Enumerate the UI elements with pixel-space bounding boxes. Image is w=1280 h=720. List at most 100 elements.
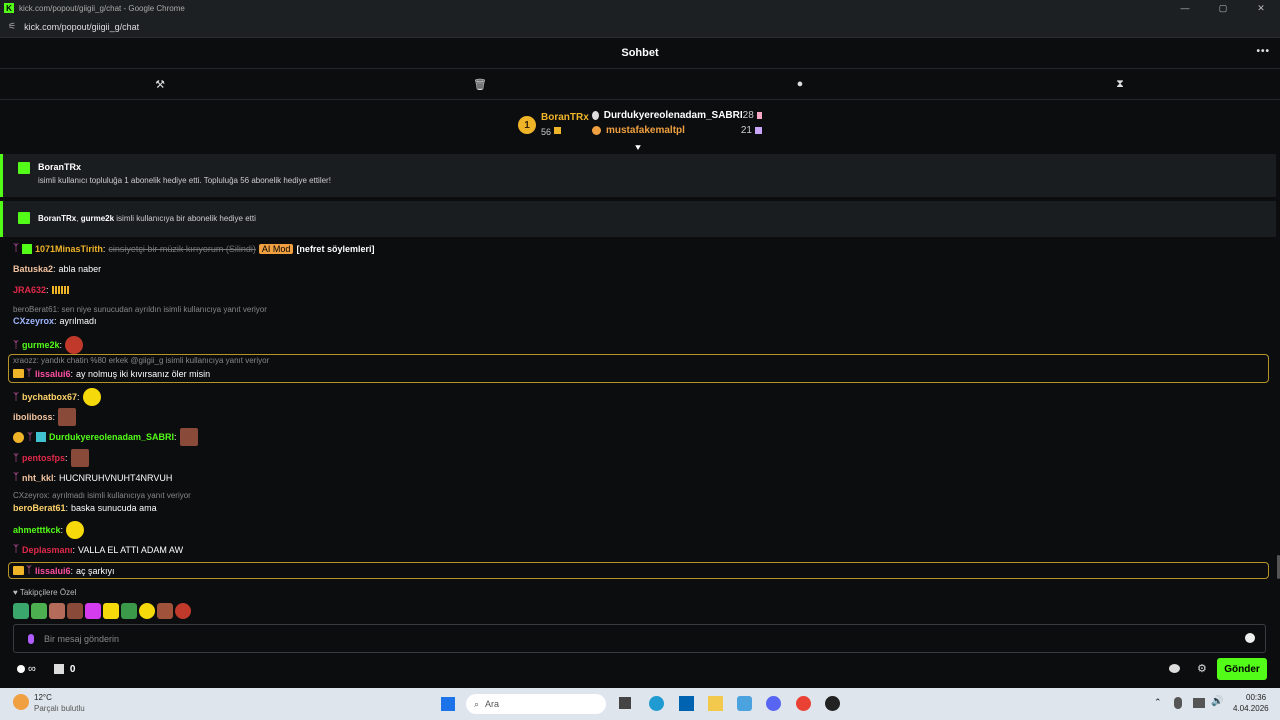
address-bar[interactable]: ⚟ kick.com/popout/giigii_g/chat (0, 16, 1280, 38)
followers-only-label: ♥ Takipçilere Özel (13, 588, 77, 597)
gift-icon (554, 127, 562, 135)
chat-message: ᛉ lissalui6: ay nolmuş iki kıvırsanız öl… (13, 368, 210, 379)
crown-badge-icon (13, 369, 24, 378)
emote (65, 336, 84, 354)
reply-context[interactable]: xraozz: yandık chatin %80 erkek @giigii_… (13, 356, 269, 365)
leaderboard-first[interactable]: 1 BoranTRx 56 (518, 111, 589, 139)
maximize-button[interactable]: ▢ (1204, 0, 1242, 16)
username[interactable]: nht_kkl (22, 473, 54, 483)
site-info-icon[interactable]: ⚟ (8, 21, 16, 32)
username[interactable]: Batuska2 (13, 264, 53, 274)
leader-2-name[interactable]: Durdukyereolenadam_SABRI (604, 108, 743, 123)
microphone-icon[interactable] (28, 633, 34, 644)
leader-3-name[interactable]: mustafakemaltpl (606, 123, 741, 138)
emote-option[interactable] (49, 603, 65, 619)
rank-3-icon (592, 126, 601, 135)
message-text: HUCNRUHVNUHT4NRVUH (59, 472, 173, 483)
highlighted-message (8, 562, 1269, 579)
username[interactable]: 1071MinasTirith (35, 244, 103, 254)
username[interactable]: ahmetttkck (13, 525, 61, 535)
chrome-icon[interactable] (796, 696, 811, 711)
username[interactable]: Durdukyereolenadam_SABRI (49, 432, 174, 442)
clock-date[interactable]: 4.04.2026 (1233, 704, 1269, 713)
reply-context[interactable]: CXzeyrox: ayrılmadı isimli kullanıcıya y… (13, 491, 191, 500)
username[interactable]: gurme2k (22, 340, 60, 350)
emote-option[interactable] (85, 603, 101, 619)
url-text[interactable]: kick.com/popout/giigii_g/chat (24, 22, 139, 32)
chat-settings-bubble-icon[interactable] (1169, 664, 1180, 673)
gift-recipient[interactable]: gurme2k (81, 214, 114, 223)
task-view-icon[interactable] (619, 697, 631, 709)
crown-badge-icon (13, 566, 24, 575)
store-app-icon[interactable] (679, 696, 694, 711)
file-explorer-icon[interactable] (708, 696, 723, 711)
chat-message: ᛉ Durdukyereolenadam_SABRI: (13, 428, 198, 446)
username[interactable]: beroBerat61 (13, 503, 66, 513)
username[interactable]: JRA632 (13, 285, 46, 295)
points-icon[interactable] (17, 665, 25, 673)
clock-time[interactable]: 00:36 (1246, 693, 1266, 702)
chat-message: ᛉ nht_kkl: HUCNRUHVNUHT4NRVUH (13, 472, 173, 483)
ai-mod-badge: AI Mod (258, 243, 294, 254)
emote-option[interactable] (121, 603, 137, 619)
volume-icon[interactable]: 🔊 (1211, 696, 1223, 707)
message-text: VALLA EL ATTI ADAM AW (78, 544, 184, 555)
emote-option[interactable] (175, 603, 191, 619)
taskbar-search[interactable]: ⌕ Ara (466, 694, 606, 714)
gift-user[interactable]: BoranTRx (38, 162, 81, 172)
hammer-icon[interactable]: ⚒ (0, 69, 320, 99)
emote-option[interactable] (103, 603, 119, 619)
close-button[interactable]: ✕ (1242, 0, 1280, 16)
mod-toolbar: ⚒ 🗑 ● ⧗ (0, 69, 1280, 100)
chat-message: ᛉ bychatbox67: (13, 388, 101, 406)
emote-option[interactable] (67, 603, 83, 619)
gift-card: BoranTRx, gurme2k isimli kullanıcıya bir… (0, 201, 1276, 237)
leader-name[interactable]: BoranTRx (541, 111, 589, 124)
reply-context[interactable]: beroBerat61: sen niye sunucudan ayrıldın… (13, 305, 267, 314)
microphone-tray-icon[interactable] (1174, 697, 1182, 709)
chat-message: ᛉ 1071MinasTirith: cinsiyetçi bir müzik … (13, 243, 375, 254)
hourglass-icon[interactable]: ⧗ (960, 69, 1280, 99)
settings-app-icon[interactable] (737, 696, 752, 711)
gift-user[interactable]: BoranTRx (38, 214, 76, 223)
emote-option[interactable] (139, 603, 155, 619)
send-button[interactable]: Gönder (1217, 658, 1267, 680)
weather-icon[interactable] (13, 694, 29, 710)
windows-taskbar: 12°C Parçalı bulutlu ⌕ Ara ⌃ 🔊 00:36 4.0… (0, 688, 1280, 720)
username[interactable]: Deplasmanı (22, 545, 73, 555)
trash-icon[interactable]: 🗑 (320, 69, 640, 99)
tray-chevron-icon[interactable]: ⌃ (1154, 697, 1162, 708)
username[interactable]: lissalui6 (35, 566, 71, 576)
minimize-button[interactable]: — (1166, 0, 1204, 16)
chat-title: Sohbet (621, 47, 659, 59)
butterfly-badge-icon: ᛉ (13, 544, 19, 555)
store-icon[interactable] (53, 664, 64, 674)
gear-icon[interactable]: ⚙ (1197, 662, 1207, 675)
username[interactable]: pentosfps (22, 453, 65, 463)
windows-start-icon[interactable] (441, 697, 455, 711)
search-label[interactable]: Ara (485, 699, 499, 709)
emote-option[interactable] (31, 603, 47, 619)
edge-icon[interactable] (649, 696, 664, 711)
discord-icon[interactable] (766, 696, 781, 711)
message-input[interactable]: Bir mesaj gönderin (13, 624, 1266, 653)
butterfly-badge-icon: ᛉ (13, 391, 19, 403)
window-title: kick.com/popout/giigii_g/chat - Google C… (19, 3, 185, 13)
network-icon[interactable] (1193, 698, 1205, 708)
obs-icon[interactable] (825, 696, 840, 711)
emoji-icon[interactable] (1245, 633, 1255, 643)
more-options-icon[interactable]: ••• (1256, 46, 1270, 57)
username[interactable]: lissalui6 (35, 369, 71, 379)
emote-option[interactable] (13, 603, 29, 619)
emote (82, 388, 101, 406)
message-text: ayrılmadı (59, 316, 97, 326)
message-placeholder[interactable]: Bir mesaj gönderin (44, 634, 119, 644)
username[interactable]: iboliboss (13, 412, 53, 422)
username[interactable]: CXzeyrox (13, 316, 54, 326)
emote-picker-row (13, 603, 191, 619)
username[interactable]: bychatbox67 (22, 392, 77, 402)
butterfly-badge-icon: ᛉ (13, 339, 19, 351)
chat-bubble-icon[interactable]: ● (640, 69, 960, 99)
collapse-chevron-icon[interactable]: ⯆ (634, 143, 642, 154)
emote-option[interactable] (157, 603, 173, 619)
